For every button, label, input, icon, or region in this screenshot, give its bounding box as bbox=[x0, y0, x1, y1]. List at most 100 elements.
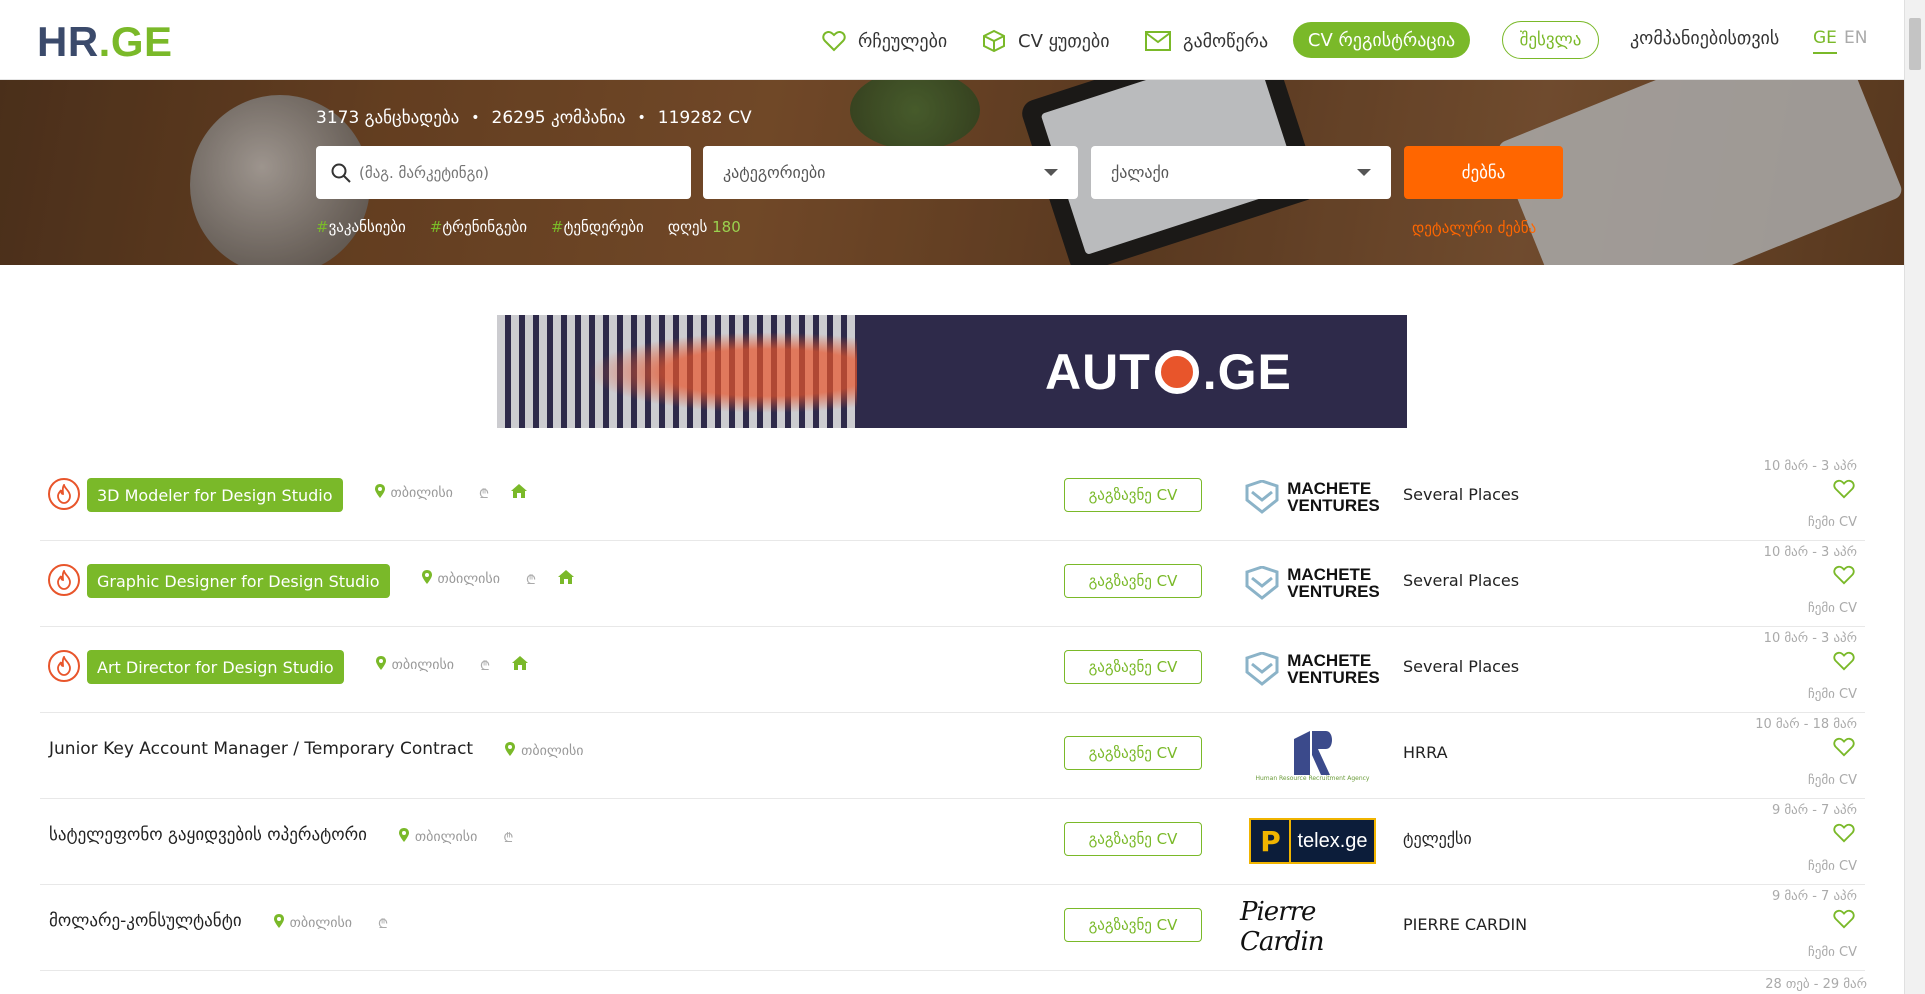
my-cv-link[interactable]: ჩემი CV bbox=[1808, 773, 1857, 788]
job-row[interactable]: 3D Modeler for Design Studio თბილისი ₾ გაგზ… bbox=[40, 455, 1865, 541]
machete-mark-icon bbox=[1245, 566, 1279, 600]
tag-vacancies[interactable]: #ვაკანსიები bbox=[316, 218, 406, 236]
lang-ge[interactable]: GE bbox=[1813, 28, 1837, 54]
search-field[interactable] bbox=[316, 146, 691, 199]
job-row[interactable]: მოლარე-კონსულტანტი თბილისი ₾ გაგზავნე CV Pie… bbox=[40, 885, 1865, 971]
nav-favorites[interactable]: რჩეულები bbox=[822, 26, 947, 56]
hot-vacancy-icon bbox=[48, 650, 80, 682]
company-name[interactable]: ტელექსი bbox=[1403, 829, 1472, 848]
paint-splash-graphic bbox=[557, 325, 857, 420]
job-title[interactable]: 3D Modeler for Design Studio bbox=[87, 478, 343, 512]
job-meta: თბილისი ₾ bbox=[375, 656, 529, 674]
lari-icon: ₾ bbox=[503, 831, 514, 846]
site-header: HR.GE რჩეულები CV ყუთები გამოწერა CV რეგ… bbox=[0, 0, 1904, 80]
lang-en[interactable]: EN bbox=[1844, 28, 1867, 48]
stat-cvs: 119282 CV bbox=[657, 108, 752, 128]
job-meta: თბილისი bbox=[505, 742, 584, 760]
lari-icon: ₾ bbox=[378, 917, 389, 932]
send-cv-button[interactable]: გაგზავნე CV bbox=[1064, 736, 1202, 770]
company-name[interactable]: Several Places bbox=[1403, 571, 1519, 590]
location-pin-icon bbox=[398, 828, 409, 846]
favorite-heart-icon[interactable] bbox=[1833, 479, 1855, 503]
job-row[interactable]: სატელეფონო გაყიდვების ოპერატორი თბილისი ₾ გ… bbox=[40, 799, 1865, 885]
company-logo-box[interactable]: Human Resource Recruitment Agency bbox=[1240, 729, 1385, 782]
job-dates: 28 თებ - 29 მარ bbox=[1765, 977, 1867, 992]
company-name[interactable]: Several Places bbox=[1403, 485, 1519, 504]
site-logo[interactable]: HR.GE bbox=[37, 18, 173, 66]
job-city: თბილისი bbox=[390, 485, 453, 501]
company-logo[interactable]: MACHETE VENTURES bbox=[1245, 480, 1380, 514]
send-cv-button[interactable]: გაგზავნე CV bbox=[1064, 650, 1202, 684]
company-name[interactable]: PIERRE CARDIN bbox=[1403, 915, 1527, 934]
job-title[interactable]: მოლარე-კონსულტანტი bbox=[49, 911, 242, 931]
job-row[interactable]: Junior Key Account Manager / Temporary C… bbox=[40, 713, 1865, 799]
city-select[interactable]: ქალაქი bbox=[1091, 146, 1391, 199]
company-name[interactable]: HRRA bbox=[1403, 743, 1448, 762]
category-select[interactable]: კატეგორიები bbox=[703, 146, 1078, 199]
detailed-search-link[interactable]: დეტალური ძებნა bbox=[1412, 219, 1536, 237]
nav-favorites-label: რჩეულები bbox=[858, 30, 948, 52]
company-logo[interactable]: Ptelex.ge bbox=[1249, 818, 1376, 864]
my-cv-link[interactable]: ჩემი CV bbox=[1808, 515, 1857, 530]
search-button[interactable]: ძებნა bbox=[1404, 146, 1563, 199]
tag-tenders[interactable]: #ტენდერები bbox=[551, 218, 644, 236]
nav-subscribe[interactable]: გამოწერა bbox=[1145, 26, 1268, 56]
lari-icon: ₾ bbox=[525, 573, 536, 588]
company-logo[interactable]: Human Resource Recruitment Agency bbox=[1255, 729, 1370, 782]
favorite-heart-icon[interactable] bbox=[1833, 565, 1855, 589]
tag-trainings[interactable]: #ტრენინგები bbox=[430, 218, 527, 236]
send-cv-button[interactable]: გაგზავნე CV bbox=[1064, 822, 1202, 856]
stat-vacancies: 3173 განცხადება bbox=[316, 108, 460, 128]
company-logo-box[interactable]: Pierre Cardin bbox=[1240, 897, 1385, 957]
page-scrollbar[interactable] bbox=[1904, 0, 1925, 994]
job-dates: 9 მარ - 7 აპრ bbox=[1771, 889, 1857, 904]
my-cv-link[interactable]: ჩემი CV bbox=[1808, 859, 1857, 874]
job-meta: თბილისი ₾ bbox=[273, 914, 389, 932]
my-cv-link[interactable]: ჩემი CV bbox=[1808, 601, 1857, 616]
company-logo-box[interactable]: MACHETE VENTURES bbox=[1240, 471, 1385, 523]
hrra-mark-icon bbox=[1294, 730, 1333, 775]
favorite-heart-icon[interactable] bbox=[1833, 737, 1855, 761]
cv-register-button[interactable]: CV რეგისტრაცია bbox=[1293, 22, 1470, 58]
for-companies-link[interactable]: კომპანიებისთვის bbox=[1630, 28, 1779, 49]
job-title[interactable]: Junior Key Account Manager / Temporary C… bbox=[49, 739, 473, 759]
company-logo-box[interactable]: MACHETE VENTURES bbox=[1240, 643, 1385, 695]
caret-down-icon bbox=[1357, 169, 1371, 176]
login-button[interactable]: შესვლა bbox=[1502, 21, 1599, 59]
company-name[interactable]: Several Places bbox=[1403, 657, 1519, 676]
send-cv-button[interactable]: გაგზავნე CV bbox=[1064, 564, 1202, 598]
company-logo[interactable]: Pierre Cardin bbox=[1240, 897, 1385, 957]
today-count[interactable]: დღეს 180 bbox=[668, 218, 741, 236]
company-logo-box[interactable]: MACHETE VENTURES bbox=[1240, 557, 1385, 609]
ad-banner[interactable]: AUT .GE bbox=[497, 315, 1407, 428]
my-cv-link[interactable]: ჩემი CV bbox=[1808, 687, 1857, 702]
my-cv-link[interactable]: ჩემი CV bbox=[1808, 945, 1857, 960]
job-row[interactable]: Graphic Designer for Design Studio თბილის… bbox=[40, 541, 1865, 627]
send-cv-button[interactable]: გაგზავნე CV bbox=[1064, 908, 1202, 942]
search-icon bbox=[331, 163, 351, 183]
job-row[interactable]: Art Director for Design Studio თბილისი ₾ გა… bbox=[40, 627, 1865, 713]
job-list: 3D Modeler for Design Studio თბილისი ₾ გაგზ… bbox=[40, 455, 1865, 971]
job-dates: 10 მარ - 3 აპრ bbox=[1763, 631, 1857, 646]
job-dates: 9 მარ - 7 აპრ bbox=[1771, 803, 1857, 818]
favorite-heart-icon[interactable] bbox=[1833, 823, 1855, 847]
favorite-heart-icon[interactable] bbox=[1833, 909, 1855, 933]
nav-subscribe-label: გამოწერა bbox=[1183, 30, 1269, 52]
company-logo[interactable]: MACHETE VENTURES bbox=[1245, 566, 1380, 600]
location-pin-icon bbox=[273, 914, 284, 932]
location-pin-icon bbox=[375, 656, 386, 674]
job-title[interactable]: სატელეფონო გაყიდვების ოპერატორი bbox=[49, 825, 367, 845]
company-logo-box[interactable]: Ptelex.ge bbox=[1240, 815, 1385, 867]
job-meta: თბილისი ₾ bbox=[398, 828, 514, 846]
scroll-thumb[interactable] bbox=[1909, 18, 1921, 70]
home-icon bbox=[510, 484, 527, 502]
search-input[interactable] bbox=[359, 163, 659, 182]
company-logo[interactable]: MACHETE VENTURES bbox=[1245, 652, 1380, 686]
favorite-heart-icon[interactable] bbox=[1833, 651, 1855, 675]
job-dates: 10 მარ - 3 აპრ bbox=[1763, 545, 1857, 560]
send-cv-button[interactable]: გაგზავნე CV bbox=[1064, 478, 1202, 512]
envelope-icon bbox=[1145, 31, 1171, 51]
job-title[interactable]: Art Director for Design Studio bbox=[87, 650, 344, 684]
nav-cv-boxes[interactable]: CV ყუთები bbox=[982, 26, 1110, 56]
job-title[interactable]: Graphic Designer for Design Studio bbox=[87, 564, 390, 598]
